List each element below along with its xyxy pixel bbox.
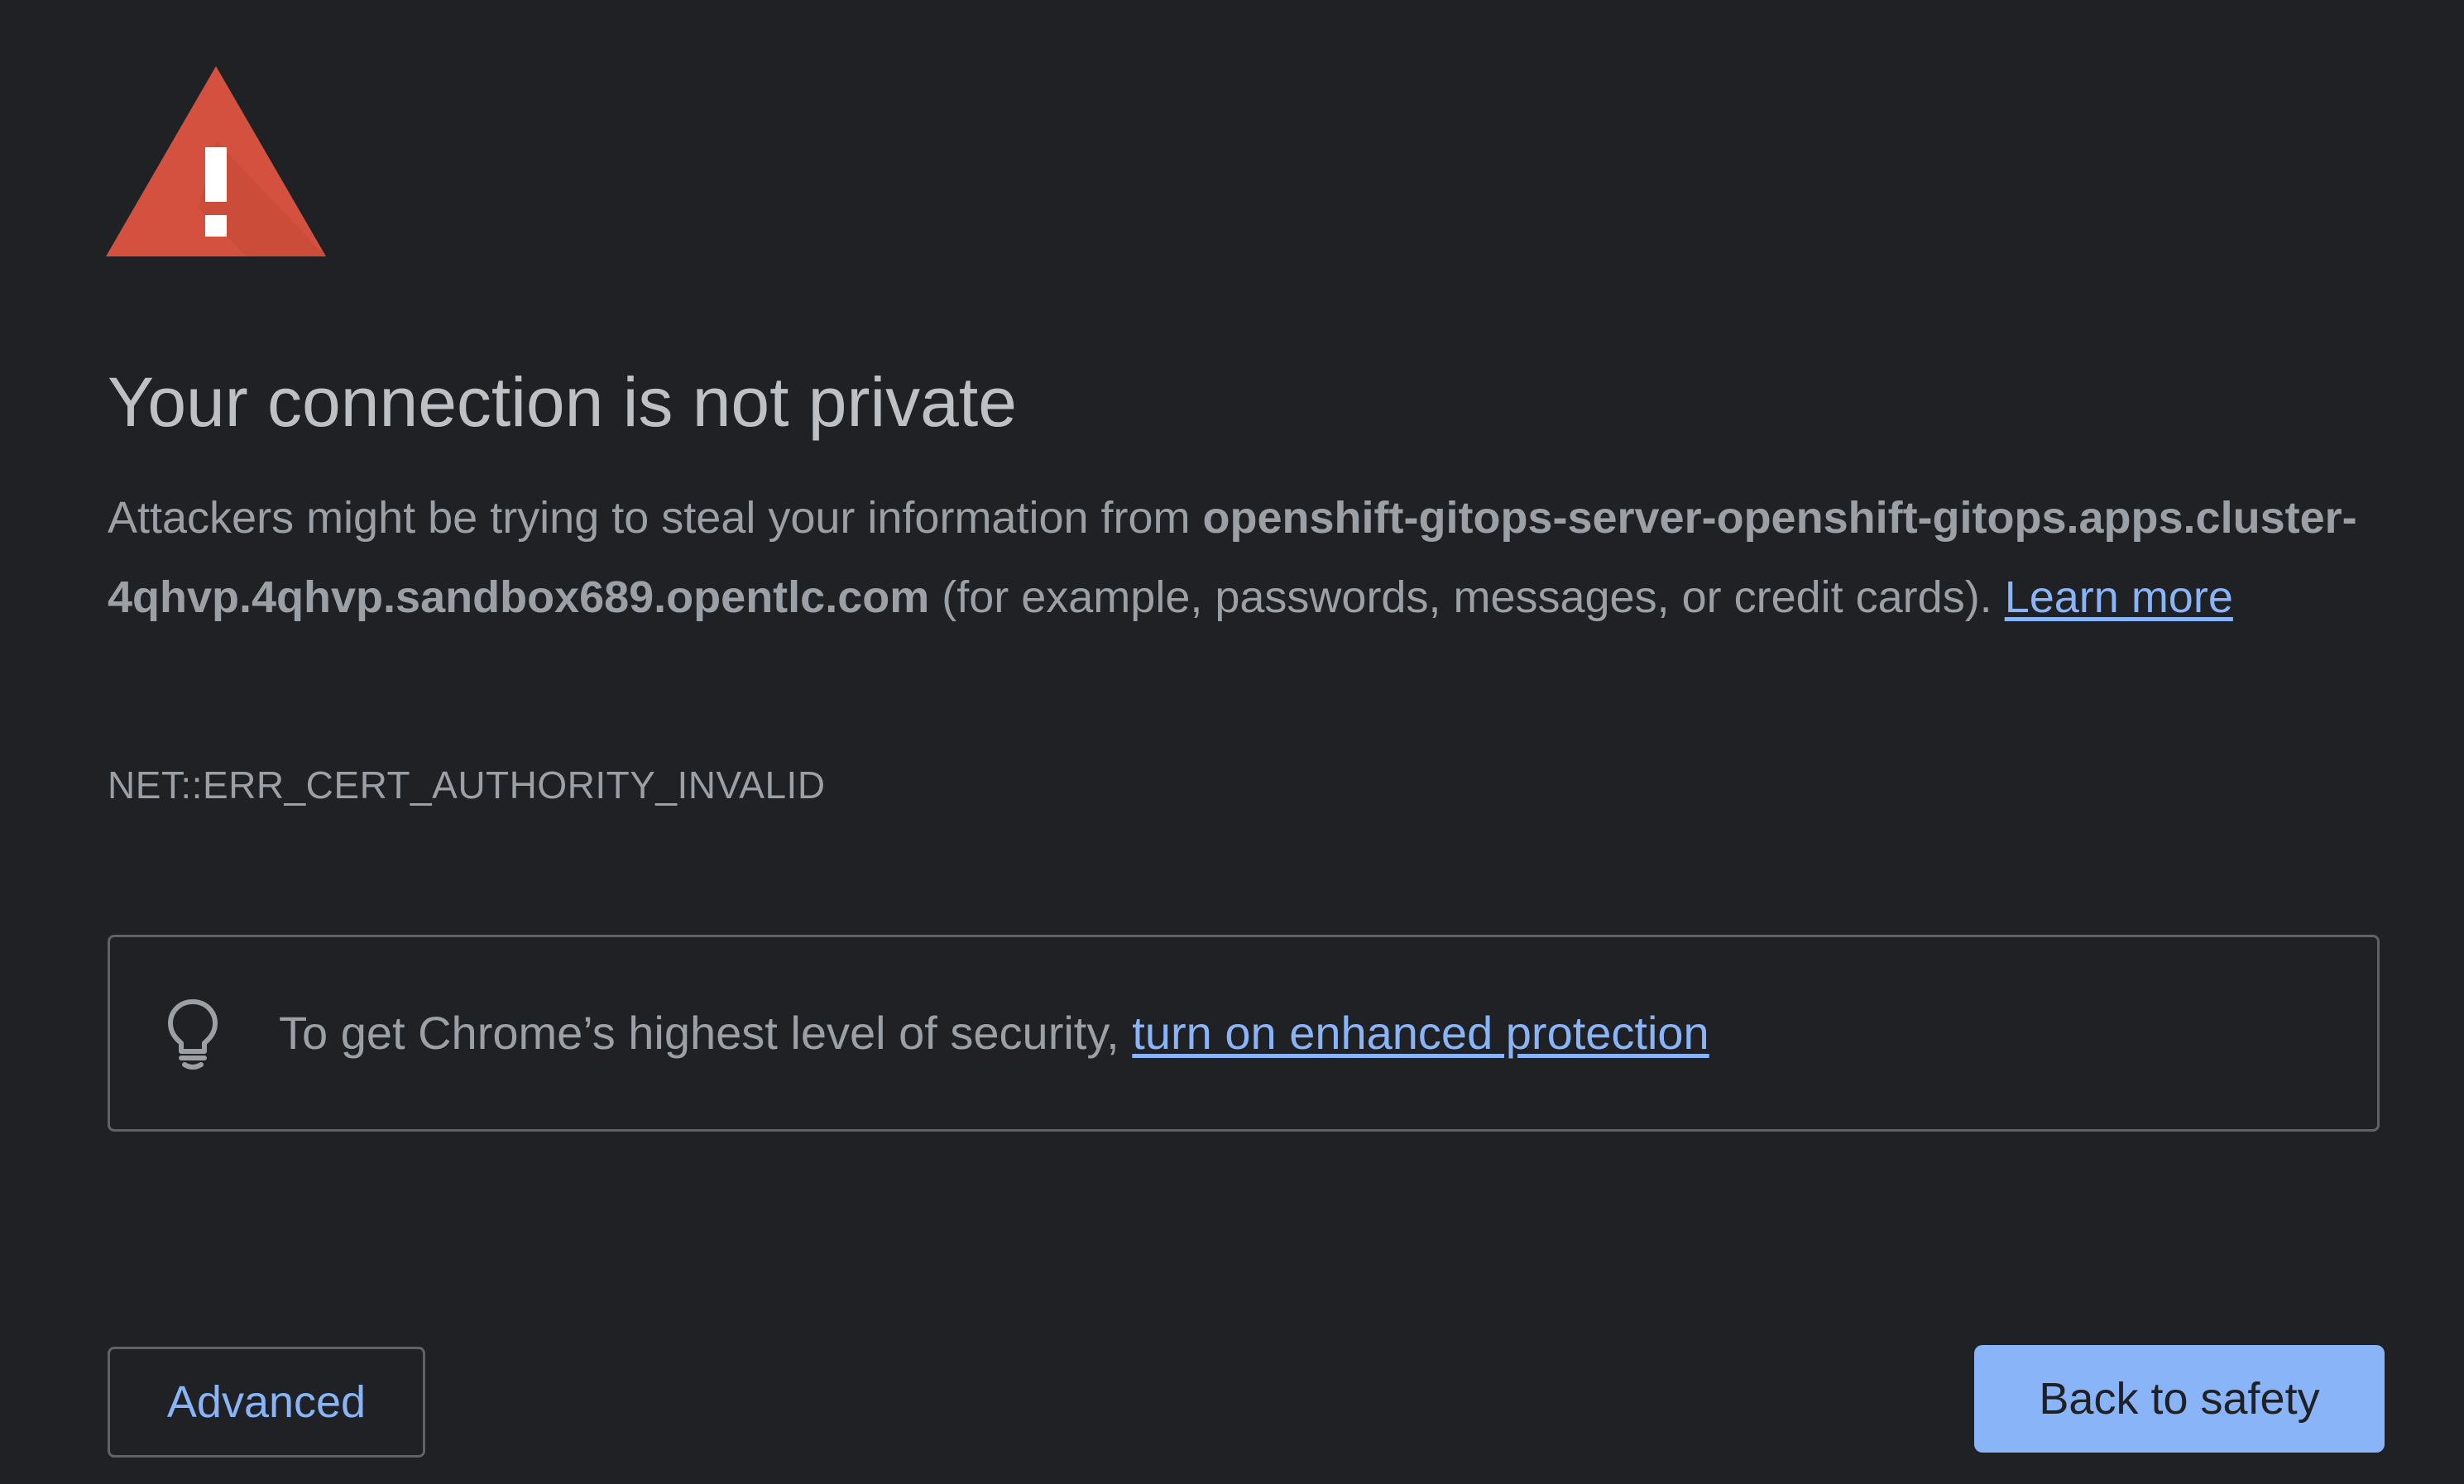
description-suffix: (for example, passwords, messages, or cr… [929,572,2005,622]
error-code: NET::ERR_CERT_AUTHORITY_INVALID [108,764,826,807]
enhanced-protection-label: To get Chrome’s highest level of securit… [279,1007,1133,1059]
learn-more-link[interactable]: Learn more [2005,572,2233,622]
description-prefix: Attackers might be trying to steal your … [108,493,1203,543]
page-title: Your connection is not private [108,363,1017,441]
lightbulb-icon [168,999,218,1070]
enhanced-protection-link[interactable]: turn on enhanced protection [1132,1007,1709,1059]
enhanced-protection-box: To get Chrome’s highest level of securit… [108,935,2380,1132]
enhanced-protection-text: To get Chrome’s highest level of securit… [279,1005,1709,1060]
advanced-button[interactable]: Advanced [108,1347,425,1458]
back-to-safety-button[interactable]: Back to safety [1974,1345,2385,1453]
warning-description: Attackers might be trying to steal your … [108,478,2391,637]
warning-triangle-icon [106,66,326,256]
